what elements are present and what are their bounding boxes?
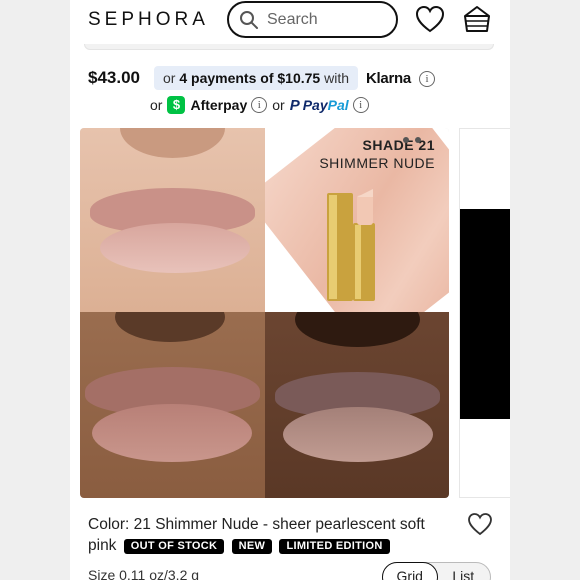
lower-lip-shape [283, 407, 433, 462]
product-page: SEPHORA $43.00 or 4 payments of $10.75 w… [70, 0, 510, 580]
installments-prefix: or [163, 70, 176, 86]
installments-amount: 4 payments of $10.75 [179, 70, 321, 86]
carousel-dot[interactable] [403, 137, 409, 143]
nose-shape [115, 312, 225, 342]
klarna-logo: Klarna [366, 70, 411, 87]
or-text: or [150, 97, 163, 113]
grid-view-button[interactable]: Grid [382, 562, 438, 580]
nose-shape [295, 312, 420, 347]
site-header: SEPHORA [70, 0, 510, 50]
shade-name: SHIMMER NUDE [319, 155, 435, 171]
price-section: $43.00 or 4 payments of $10.75 with Klar… [88, 66, 498, 118]
installments-suffix: with [324, 70, 349, 86]
search-icon [240, 11, 258, 29]
lip-swatch-medium [80, 312, 265, 498]
paypal-pal-text: Pal [327, 97, 349, 113]
badge-limited-edition: LIMITED EDITION [279, 539, 390, 554]
next-image-content [460, 209, 510, 419]
payment-options: or $ Afterpay i or P PayPal i [150, 94, 369, 116]
lower-lip-shape [100, 223, 250, 273]
product-shade-panel: SHADE 21 SHIMMER NUDE [265, 128, 449, 312]
badge-new: NEW [231, 539, 273, 554]
color-description: Color: 21 Shimmer Nude - sheer pearlesce… [88, 514, 448, 556]
search-box[interactable] [227, 1, 398, 38]
afterpay-label: Afterpay [190, 97, 248, 113]
paypal-info-icon[interactable]: i [352, 97, 369, 113]
heart-icon[interactable] [415, 5, 445, 33]
product-image[interactable]: SHADE 21 SHIMMER NUDE [80, 128, 449, 498]
basket-icon[interactable] [462, 4, 492, 34]
next-carousel-image[interactable] [459, 128, 510, 498]
paypal-logo: PayPal [303, 97, 349, 113]
afterpay-info-icon[interactable]: i [251, 97, 268, 113]
search-input[interactable] [267, 9, 387, 31]
nose-shape [120, 128, 225, 158]
list-view-button[interactable]: List [437, 563, 491, 580]
paypal-icon: P [289, 96, 300, 114]
badge-out-of-stock: OUT OF STOCK [123, 539, 225, 554]
carousel-dot[interactable] [415, 137, 421, 143]
or-text-2: or [272, 97, 285, 113]
sephora-logo[interactable]: SEPHORA [88, 9, 209, 31]
lip-swatch-deep [265, 312, 449, 498]
lower-lip-shape [92, 404, 252, 462]
header-divider [84, 44, 494, 50]
lip-swatch-fair [80, 128, 265, 312]
carousel-dots [403, 137, 421, 143]
lipstick-image [327, 189, 375, 301]
cashapp-icon: $ [167, 96, 186, 114]
product-price: $43.00 [88, 68, 140, 87]
heart-icon[interactable] [467, 512, 493, 536]
view-toggle: Grid List [382, 562, 491, 580]
product-size: Size 0.11 oz/3.2 g [88, 567, 200, 580]
klarna-info-icon[interactable]: i [419, 71, 435, 87]
paypal-pay-text: Pay [302, 97, 328, 113]
installments-banner[interactable]: or 4 payments of $10.75 with [154, 66, 358, 90]
